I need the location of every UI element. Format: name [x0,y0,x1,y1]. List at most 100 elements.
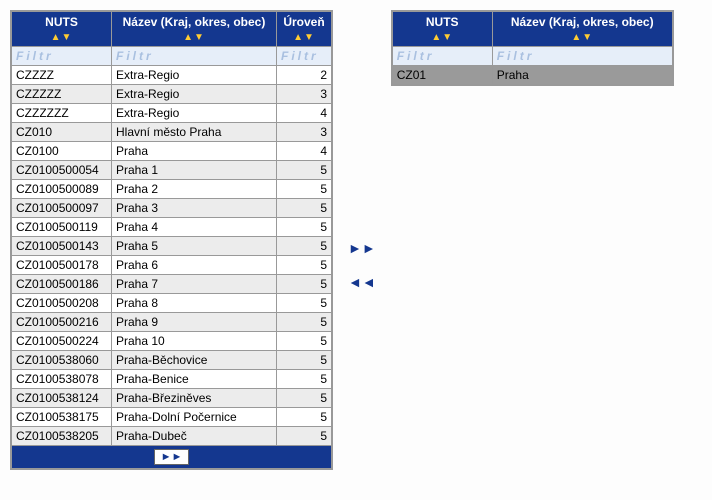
table-row[interactable]: CZ0100500186Praha 75 [12,275,332,294]
cell-level: 3 [277,123,332,142]
table-row[interactable]: CZ0100538124Praha-Březiněves5 [12,389,332,408]
cell-level: 5 [277,294,332,313]
cell-level: 5 [277,408,332,427]
filter-nuts[interactable]: Filtr [392,47,492,66]
cell-nuts: CZ010 [12,123,112,142]
cell-level: 5 [277,389,332,408]
cell-name: Praha 4 [112,218,277,237]
available-table: NUTS ▲▼ Název (Kraj, okres, obec) ▲▼ Úro… [10,10,333,470]
cell-name: Praha-Dolní Počernice [112,408,277,427]
cell-name: Praha-Benice [112,370,277,389]
cell-name: Extra-Regio [112,104,277,123]
cell-level: 5 [277,332,332,351]
cell-name: Praha 3 [112,199,277,218]
cell-level: 5 [277,199,332,218]
sort-asc-icon[interactable]: ▲ [431,32,442,43]
cell-nuts: CZZZZZZ [12,104,112,123]
next-page-button[interactable]: ►► [154,449,190,465]
sort-desc-icon[interactable]: ▼ [582,32,593,43]
move-left-button[interactable]: ◄◄ [348,274,376,290]
cell-nuts: CZ0100500224 [12,332,112,351]
cell-level: 2 [277,66,332,85]
table-row[interactable]: CZ0100500054Praha 15 [12,161,332,180]
cell-nuts: CZ0100538078 [12,370,112,389]
move-right-button[interactable]: ►► [348,240,376,256]
cell-level: 5 [277,275,332,294]
cell-level: 5 [277,180,332,199]
cell-nuts: CZ0100538060 [12,351,112,370]
cell-nuts: CZ0100500186 [12,275,112,294]
transfer-controls: ►► ◄◄ [348,240,376,290]
cell-level: 5 [277,313,332,332]
col-header-name[interactable]: Název (Kraj, okres, obec) ▲▼ [492,12,672,47]
col-header-level-label: Úroveň [283,15,324,29]
filter-name[interactable]: Filtr [492,47,672,66]
cell-nuts: CZ0100500143 [12,237,112,256]
sort-asc-icon[interactable]: ▲ [293,32,304,43]
cell-name: Praha [492,66,672,85]
cell-nuts: CZ0100500178 [12,256,112,275]
cell-nuts: CZ0100538175 [12,408,112,427]
table-row[interactable]: CZ0100Praha4 [12,142,332,161]
table-row[interactable]: CZ01Praha [392,66,672,85]
table-row[interactable]: CZ0100500119Praha 45 [12,218,332,237]
cell-name: Praha-Dubeč [112,427,277,446]
sort-asc-icon[interactable]: ▲ [51,32,62,43]
table-row[interactable]: CZ0100538078Praha-Benice5 [12,370,332,389]
sort-desc-icon[interactable]: ▼ [62,32,73,43]
cell-nuts: CZZZZ [12,66,112,85]
cell-nuts: CZ0100 [12,142,112,161]
cell-nuts: CZ0100500216 [12,313,112,332]
table-row[interactable]: CZZZZZExtra-Regio3 [12,85,332,104]
table-row[interactable]: CZ0100500178Praha 65 [12,256,332,275]
cell-nuts: CZ0100500054 [12,161,112,180]
cell-name: Hlavní město Praha [112,123,277,142]
table-row[interactable]: CZ0100500224Praha 105 [12,332,332,351]
table-row[interactable]: CZ0100500216Praha 95 [12,313,332,332]
table-row[interactable]: CZ0100500097Praha 35 [12,199,332,218]
table-row[interactable]: CZ0100500143Praha 55 [12,237,332,256]
cell-level: 5 [277,427,332,446]
cell-nuts: CZZZZZ [12,85,112,104]
table-row[interactable]: CZ0100500089Praha 25 [12,180,332,199]
sort-desc-icon[interactable]: ▼ [304,32,315,43]
cell-level: 3 [277,85,332,104]
col-header-level[interactable]: Úroveň ▲▼ [277,12,332,47]
table-row[interactable]: CZ0100538205Praha-Dubeč5 [12,427,332,446]
table-row[interactable]: CZ0100500208Praha 85 [12,294,332,313]
col-header-name-label: Název (Kraj, okres, obec) [123,15,266,29]
sort-asc-icon[interactable]: ▲ [571,32,582,43]
filter-level[interactable]: Filtr [277,47,332,66]
cell-nuts: CZ01 [392,66,492,85]
cell-level: 5 [277,370,332,389]
cell-name: Praha 8 [112,294,277,313]
sort-asc-icon[interactable]: ▲ [183,32,194,43]
col-header-name-label: Název (Kraj, okres, obec) [511,15,654,29]
cell-name: Praha 2 [112,180,277,199]
cell-level: 5 [277,237,332,256]
selected-table: NUTS ▲▼ Název (Kraj, okres, obec) ▲▼ Fil… [391,10,674,86]
cell-nuts: CZ0100500089 [12,180,112,199]
filter-nuts[interactable]: Filtr [12,47,112,66]
cell-name: Extra-Regio [112,85,277,104]
cell-name: Praha 9 [112,313,277,332]
sort-desc-icon[interactable]: ▼ [194,32,205,43]
cell-name: Praha 6 [112,256,277,275]
table-row[interactable]: CZ0100538175Praha-Dolní Počernice5 [12,408,332,427]
table-row[interactable]: CZ0100538060Praha-Běchovice5 [12,351,332,370]
table-row[interactable]: CZZZZZZExtra-Regio4 [12,104,332,123]
cell-nuts: CZ0100500208 [12,294,112,313]
table-row[interactable]: CZZZZExtra-Regio2 [12,66,332,85]
cell-level: 5 [277,161,332,180]
table-row[interactable]: CZ010Hlavní město Praha3 [12,123,332,142]
cell-level: 5 [277,218,332,237]
cell-nuts: CZ0100500097 [12,199,112,218]
cell-nuts: CZ0100538124 [12,389,112,408]
filter-name[interactable]: Filtr [112,47,277,66]
cell-name: Praha 1 [112,161,277,180]
col-header-nuts[interactable]: NUTS ▲▼ [12,12,112,47]
sort-desc-icon[interactable]: ▼ [442,32,453,43]
col-header-nuts[interactable]: NUTS ▲▼ [392,12,492,47]
cell-name: Extra-Regio [112,66,277,85]
col-header-name[interactable]: Název (Kraj, okres, obec) ▲▼ [112,12,277,47]
